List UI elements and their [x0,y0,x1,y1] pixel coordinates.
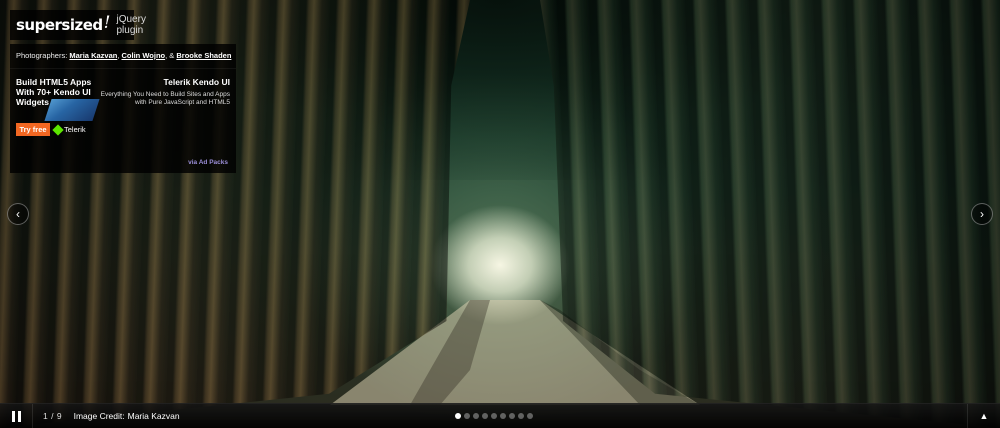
photographer-link-3[interactable]: Brooke Shaden [176,51,231,60]
slide-dot-5[interactable] [491,413,497,419]
supersized-logo[interactable]: supersized ! jQuery plugin [10,10,146,40]
telerik-brand: Telerik [64,125,86,134]
photographer-link-1[interactable]: Maria Kazvan [69,51,117,60]
image-credit: Image Credit: Maria Kazvan [74,411,180,421]
control-bar: 1 / 9 Image Credit: Maria Kazvan ▲ [0,403,1000,428]
triangle-up-icon: ▲ [979,411,989,421]
slide-counter: 1 / 9 [43,411,62,421]
slide-dot-7[interactable] [509,413,515,419]
logo-mark: ! [103,13,111,33]
slide-dot-8[interactable] [518,413,524,419]
slide-dot-9[interactable] [527,413,533,419]
ad-creative[interactable]: Build HTML5 Apps With 70+ Kendo UI Widge… [16,77,102,155]
thumb-tray-button[interactable]: ▲ [967,404,1000,428]
logo-tagline: jQuery plugin [116,14,146,36]
logo-wordmark: supersized [16,16,103,34]
try-free-button[interactable]: Try free [16,123,50,136]
telerik-logo: Telerik [52,123,86,136]
chevron-right-icon: › [980,207,984,221]
total-slides: 9 [56,411,62,421]
chevron-left-icon: ‹ [16,207,20,221]
slide-dot-6[interactable] [500,413,506,419]
info-panel: Photographers: Maria Kazvan, Colin Wojno… [10,44,236,173]
image-credit-name: Maria Kazvan [127,411,180,421]
ad-title[interactable]: Telerik Kendo UI [164,77,230,87]
pause-icon [10,410,22,422]
slide-dot-3[interactable] [473,413,479,419]
next-slide-button[interactable]: › [971,203,993,225]
ad-graphic [44,99,100,121]
photographer-credits: Photographers: Maria Kazvan, Colin Wojno… [10,44,236,68]
ad-footer: via Ad Packs [10,159,236,173]
ad-description: Everything You Need to Build Sites and A… [100,91,230,106]
slide-dots [455,413,533,419]
slide-dot-1[interactable] [455,413,461,419]
counter-separator: / [51,411,54,421]
credits-separator-1: , [117,51,120,60]
current-slide: 1 [43,411,48,421]
image-credit-label: Image Credit: [73,411,125,421]
photographer-link-2[interactable]: Colin Wojno [122,51,166,60]
slideshow-stage: supersized ! jQuery plugin Photographers… [0,0,1000,428]
prev-slide-button[interactable]: ‹ [7,203,29,225]
pause-button[interactable] [0,404,33,428]
slide-dot-4[interactable] [482,413,488,419]
credits-separator-2: , & [165,51,175,60]
ad-packs-link[interactable]: via Ad Packs [188,159,228,166]
credits-prefix: Photographers: [16,51,68,60]
ad-banner[interactable]: Build HTML5 Apps With 70+ Kendo UI Widge… [10,68,236,159]
telerik-mark-icon [52,123,64,136]
slide-dot-2[interactable] [464,413,470,419]
